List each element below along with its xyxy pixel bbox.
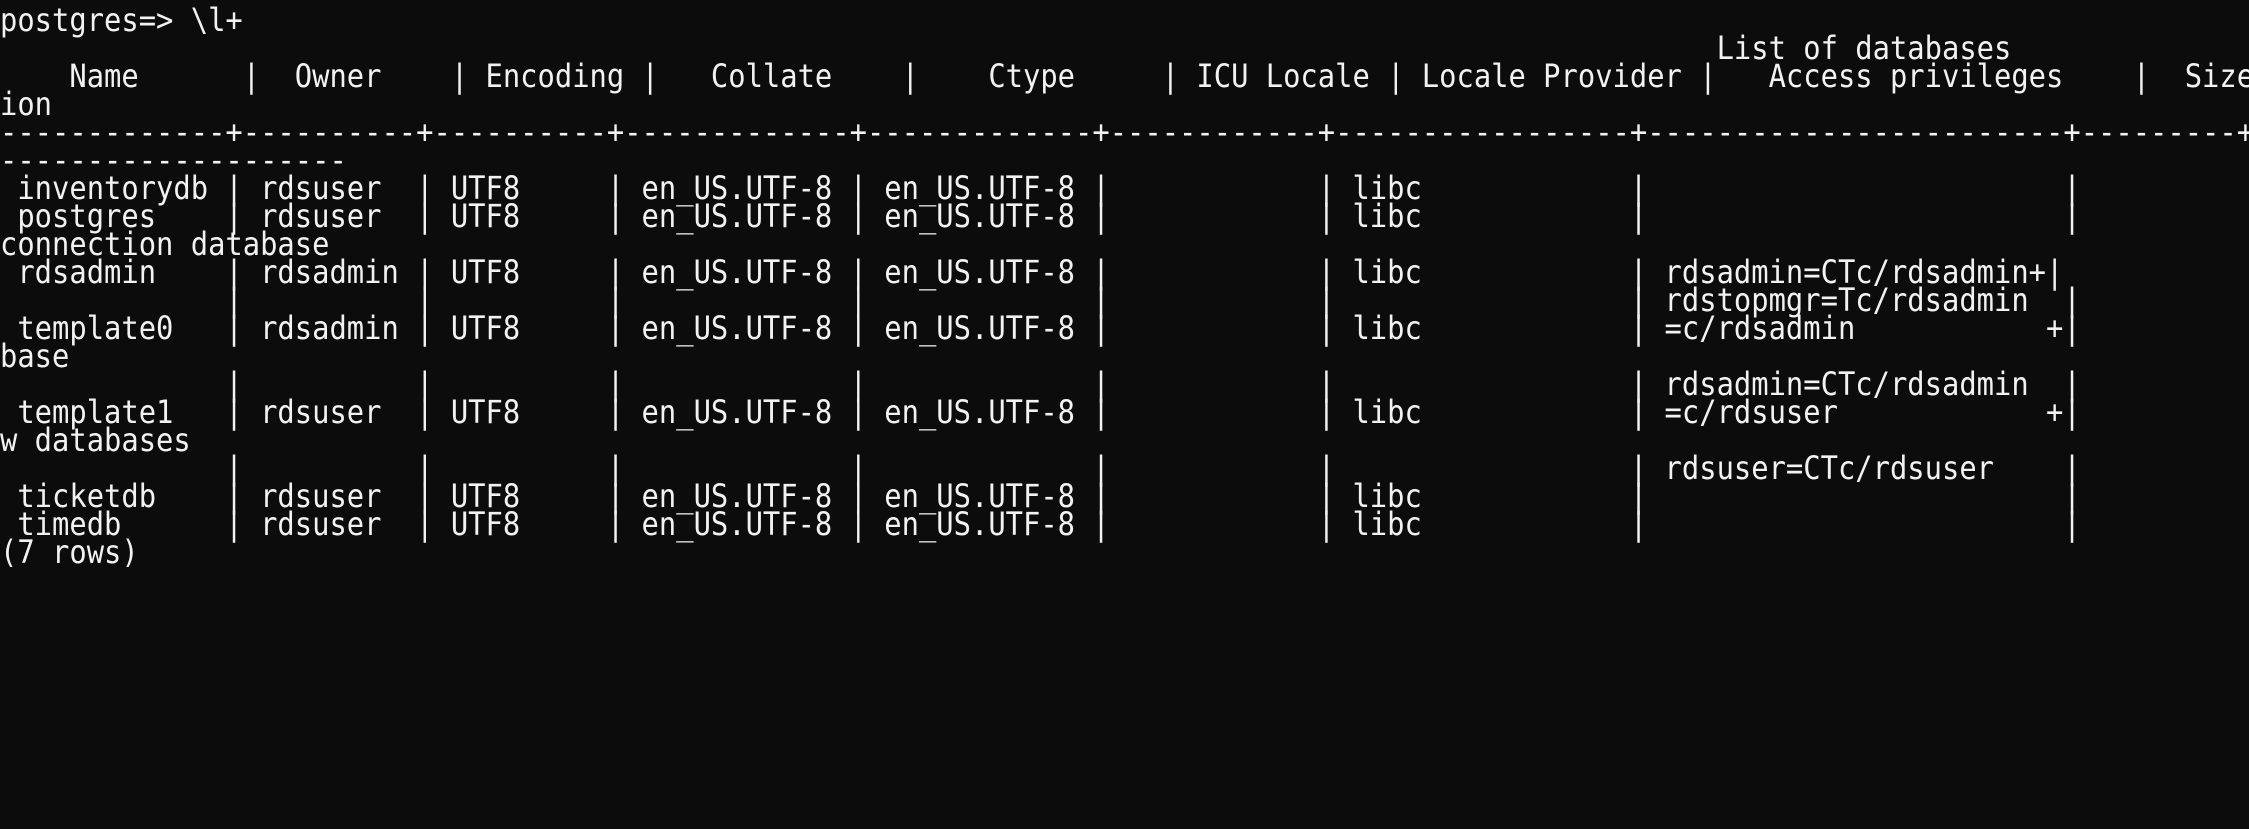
row-count: (7 rows)	[0, 533, 139, 571]
table-row: template0 | rdsadmin | UTF8 | en_US.UTF-…	[0, 309, 2081, 347]
table-header-row: Name | Owner | Encoding | Collate | Ctyp…	[69, 57, 2249, 95]
table-row: template1 | rdsuser | UTF8 | en_US.UTF-8…	[0, 393, 2081, 431]
terminal-window[interactable]: postgres=> \l+ List of databases Name | …	[0, 0, 2249, 829]
table-row: timedb | rdsuser | UTF8 | en_US.UTF-8 | …	[0, 505, 2081, 543]
